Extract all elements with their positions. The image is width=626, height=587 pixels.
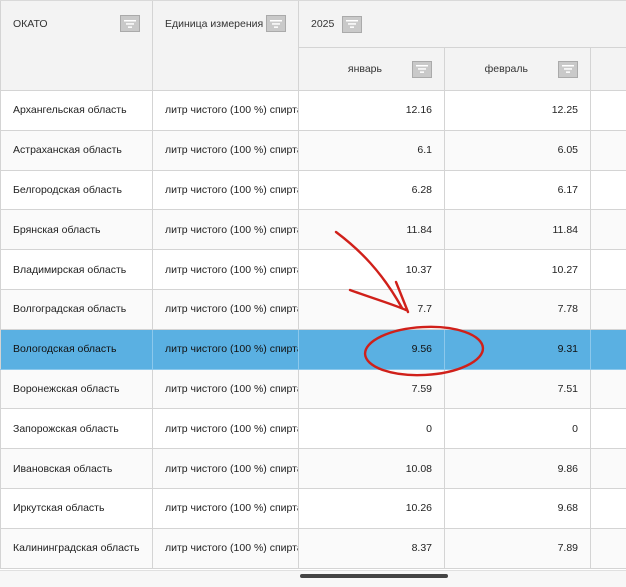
value-next-cell[interactable] — [591, 250, 626, 290]
value-jan-cell[interactable]: 10.26 — [299, 488, 445, 528]
table-row[interactable]: Иркутская областьлитр чистого (100 %) сп… — [1, 488, 626, 528]
region-cell[interactable]: Брянская область — [1, 210, 153, 250]
unit-cell[interactable]: литр чистого (100 %) спирта — [153, 329, 299, 369]
table-row[interactable]: Владимирская областьлитр чистого (100 %)… — [1, 250, 626, 290]
unit-cell[interactable]: литр чистого (100 %) спирта — [153, 409, 299, 449]
horizontal-scrollbar[interactable] — [300, 574, 448, 578]
unit-cell[interactable]: литр чистого (100 %) спирта — [153, 250, 299, 290]
table-row[interactable]: Калининградская областьлитр чистого (100… — [1, 528, 626, 568]
value-jan-cell[interactable]: 7.59 — [299, 369, 445, 409]
value-jan-cell[interactable]: 12.16 — [299, 91, 445, 131]
value-jan-cell[interactable]: 6.28 — [299, 170, 445, 210]
table-row[interactable]: Ивановская областьлитр чистого (100 %) с… — [1, 449, 626, 489]
filter-icon[interactable] — [412, 61, 432, 78]
table-row[interactable]: Вологодская областьлитр чистого (100 %) … — [1, 329, 626, 369]
region-cell[interactable]: Ивановская область — [1, 449, 153, 489]
filter-icon[interactable] — [266, 15, 286, 32]
table-row[interactable]: Воронежская областьлитр чистого (100 %) … — [1, 369, 626, 409]
value-next-cell[interactable] — [591, 289, 626, 329]
value-next-cell[interactable] — [591, 329, 626, 369]
region-cell[interactable]: Иркутская область — [1, 488, 153, 528]
region-cell[interactable]: Воронежская область — [1, 369, 153, 409]
value-next-cell[interactable] — [591, 130, 626, 170]
region-cell[interactable]: Волгоградская область — [1, 289, 153, 329]
header-month-jan[interactable]: январь — [299, 48, 445, 91]
table-row[interactable]: Белгородская областьлитр чистого (100 %)… — [1, 170, 626, 210]
value-jan-cell[interactable]: 9.56 — [299, 329, 445, 369]
region-cell[interactable]: Архангельская область — [1, 91, 153, 131]
value-next-cell[interactable] — [591, 369, 626, 409]
unit-cell[interactable]: литр чистого (100 %) спирта — [153, 130, 299, 170]
filter-icon[interactable] — [558, 61, 578, 78]
value-next-cell[interactable] — [591, 210, 626, 250]
value-feb-cell[interactable]: 9.86 — [445, 449, 591, 489]
table-row[interactable]: Архангельская областьлитр чистого (100 %… — [1, 91, 626, 131]
unit-cell[interactable]: литр чистого (100 %) спирта — [153, 210, 299, 250]
value-next-cell[interactable] — [591, 409, 626, 449]
table-row[interactable]: Волгоградская областьлитр чистого (100 %… — [1, 289, 626, 329]
value-next-cell[interactable] — [591, 449, 626, 489]
table-row[interactable]: Астраханская областьлитр чистого (100 %)… — [1, 130, 626, 170]
region-cell[interactable]: Астраханская область — [1, 130, 153, 170]
value-jan-cell[interactable]: 0 — [299, 409, 445, 449]
value-feb-cell[interactable]: 6.05 — [445, 130, 591, 170]
filter-icon[interactable] — [120, 15, 140, 32]
header-month-feb-label: февраль — [485, 63, 528, 75]
region-cell[interactable]: Калининградская область — [1, 528, 153, 568]
value-feb-cell[interactable]: 7.78 — [445, 289, 591, 329]
value-feb-cell[interactable]: 9.68 — [445, 488, 591, 528]
region-cell[interactable]: Владимирская область — [1, 250, 153, 290]
value-jan-cell[interactable]: 11.84 — [299, 210, 445, 250]
value-feb-cell[interactable]: 9.31 — [445, 329, 591, 369]
value-next-cell[interactable] — [591, 91, 626, 131]
header-year[interactable]: 2025 — [299, 1, 626, 48]
footer-strip — [0, 570, 626, 587]
header-unit[interactable]: Единица измерения — [153, 1, 299, 91]
value-next-cell[interactable] — [591, 528, 626, 568]
region-cell[interactable]: Запорожская область — [1, 409, 153, 449]
data-table: ОКАТО Единица измерения — [0, 0, 626, 571]
value-jan-cell[interactable]: 6.1 — [299, 130, 445, 170]
region-cell[interactable]: Вологодская область — [1, 329, 153, 369]
value-next-cell[interactable] — [591, 170, 626, 210]
value-feb-cell[interactable]: 7.89 — [445, 528, 591, 568]
unit-cell[interactable]: литр чистого (100 %) спирта — [153, 528, 299, 568]
value-jan-cell[interactable]: 10.37 — [299, 250, 445, 290]
unit-cell[interactable]: литр чистого (100 %) спирта — [153, 369, 299, 409]
table-row[interactable]: Брянская областьлитр чистого (100 %) спи… — [1, 210, 626, 250]
unit-cell[interactable]: литр чистого (100 %) спирта — [153, 91, 299, 131]
header-okato-label: ОКАТО — [13, 18, 48, 30]
unit-cell[interactable]: литр чистого (100 %) спирта — [153, 488, 299, 528]
header-year-label: 2025 — [311, 18, 334, 30]
table-row[interactable]: Запорожская областьлитр чистого (100 %) … — [1, 409, 626, 449]
region-cell[interactable]: Белгородская область — [1, 170, 153, 210]
header-month-jan-label: январь — [348, 63, 382, 75]
value-feb-cell[interactable]: 0 — [445, 409, 591, 449]
header-month-feb[interactable]: февраль — [445, 48, 591, 91]
table-body: Архангельская областьлитр чистого (100 %… — [1, 91, 626, 569]
unit-cell[interactable]: литр чистого (100 %) спирта — [153, 449, 299, 489]
value-feb-cell[interactable]: 7.51 — [445, 369, 591, 409]
header-month-next — [591, 48, 626, 91]
unit-cell[interactable]: литр чистого (100 %) спирта — [153, 170, 299, 210]
value-jan-cell[interactable]: 8.37 — [299, 528, 445, 568]
value-feb-cell[interactable]: 11.84 — [445, 210, 591, 250]
filter-icon[interactable] — [342, 16, 362, 33]
unit-cell[interactable]: литр чистого (100 %) спирта — [153, 289, 299, 329]
value-jan-cell[interactable]: 10.08 — [299, 449, 445, 489]
value-next-cell[interactable] — [591, 488, 626, 528]
value-jan-cell[interactable]: 7.7 — [299, 289, 445, 329]
value-feb-cell[interactable]: 6.17 — [445, 170, 591, 210]
header-okato[interactable]: ОКАТО — [1, 1, 153, 91]
value-feb-cell[interactable]: 10.27 — [445, 250, 591, 290]
header-unit-label: Единица измерения — [165, 18, 263, 30]
value-feb-cell[interactable]: 12.25 — [445, 91, 591, 131]
